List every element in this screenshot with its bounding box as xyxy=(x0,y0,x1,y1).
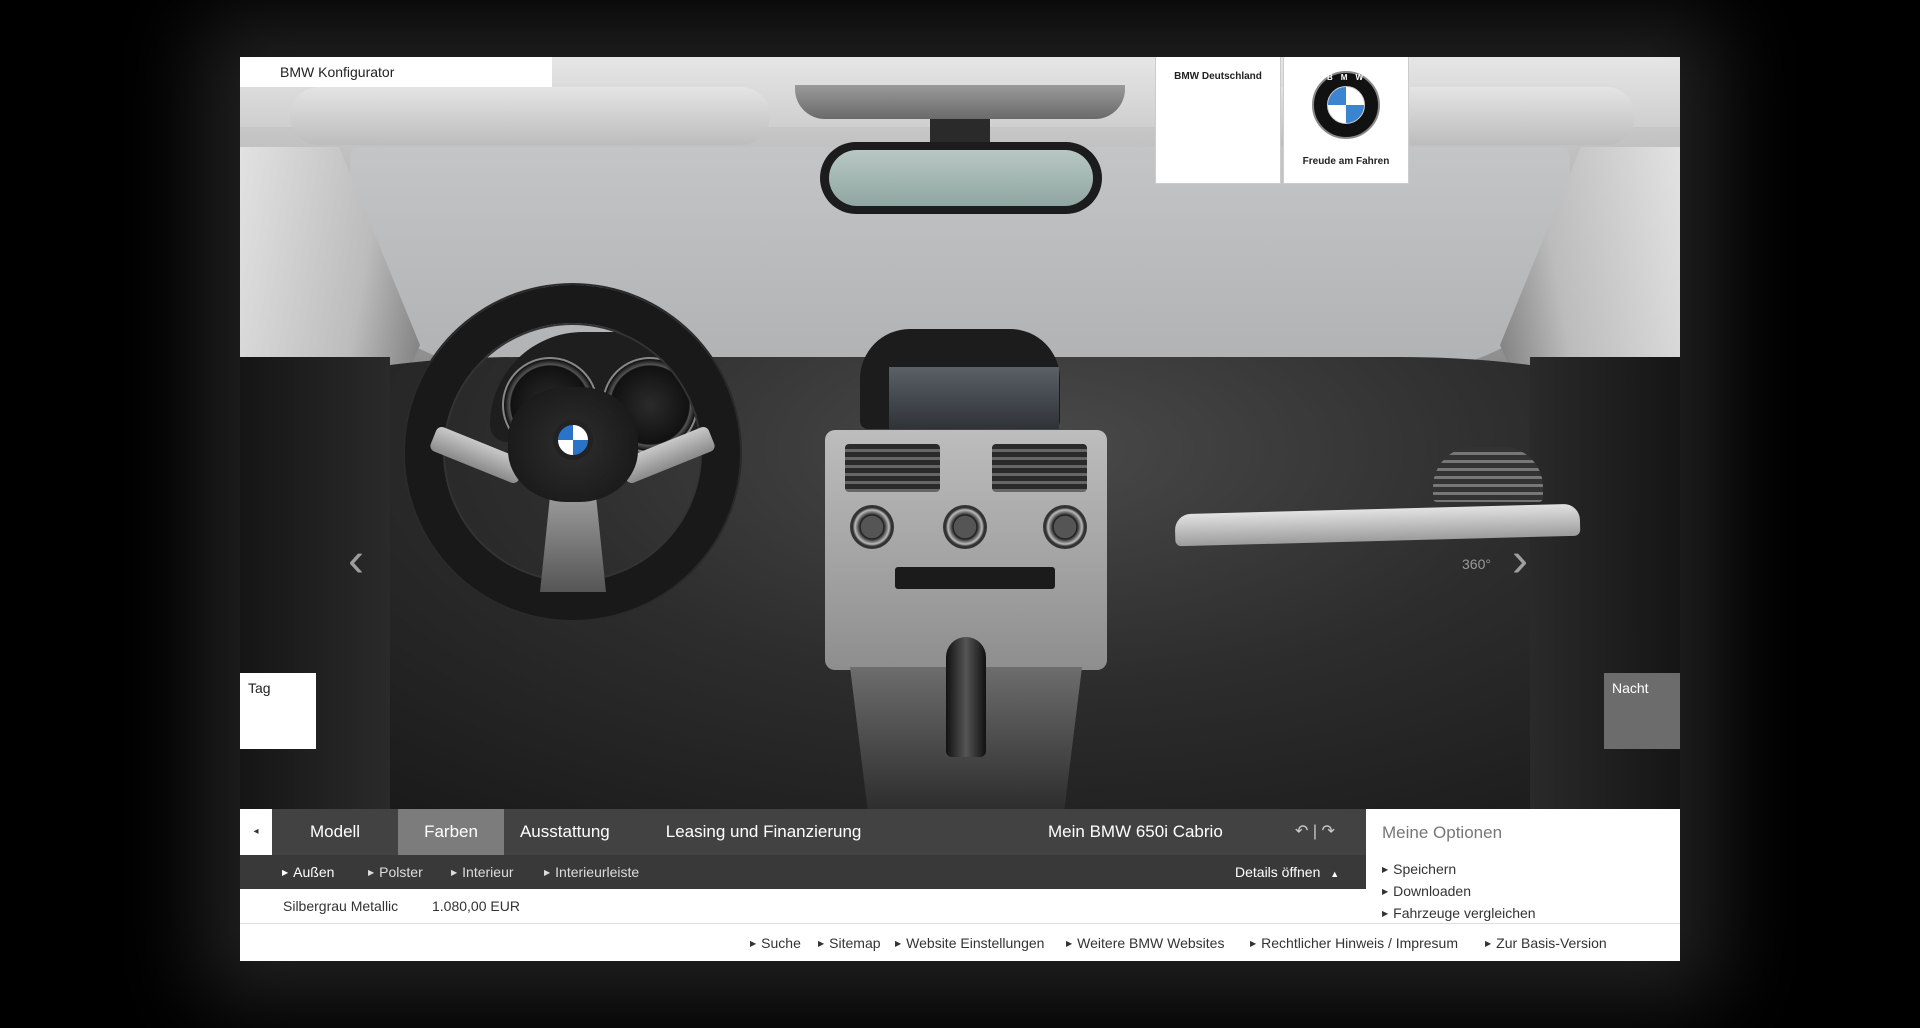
footer-link-label: Sitemap xyxy=(829,935,881,951)
passenger-vent xyxy=(1433,447,1543,502)
brand-slogan: Freude am Fahren xyxy=(1302,156,1390,167)
arrow-right-icon: ▶ xyxy=(1250,939,1257,948)
footer-link-label: Weitere BMW Websites xyxy=(1077,935,1225,951)
footer-link-legal[interactable]: ▶ Rechtlicher Hinweis / Impresum xyxy=(1250,924,1458,961)
center-vent-left xyxy=(845,444,940,492)
subnav-label: Interieur xyxy=(462,864,514,880)
tab-ausstattung[interactable]: Ausstattung xyxy=(504,809,638,855)
details-open-button[interactable]: Details öffnen ▲ xyxy=(1235,855,1339,891)
arrow-right-icon: ▶ xyxy=(1066,939,1073,948)
option-label: Downloaden xyxy=(1393,883,1471,899)
tab-farben[interactable]: Farben xyxy=(398,809,504,855)
country-label: BMW Deutschland xyxy=(1174,71,1262,82)
page-title: BMW Konfigurator xyxy=(240,57,552,87)
footer-link-label: Rechtlicher Hinweis / Impresum xyxy=(1261,935,1458,951)
color-price: 1.080,00 EUR xyxy=(432,898,520,914)
bmw-deutschland-link[interactable]: BMW Deutschland xyxy=(1156,57,1280,183)
footer-links: ▶ Suche ▶ Sitemap ▶ Website Einstellungen ▶… xyxy=(240,923,1680,961)
rotate-left-arrow-icon[interactable]: ‹ xyxy=(348,537,364,585)
navigation-display xyxy=(889,367,1059,429)
undo-redo-icon[interactable]: ↶ | ↷ xyxy=(1295,809,1335,855)
gear-shifter xyxy=(946,637,986,757)
steering-spoke-bottom xyxy=(540,497,606,592)
footer-link-sitemap[interactable]: ▶ Sitemap xyxy=(818,924,881,961)
option-save[interactable]: ▶ Speichern xyxy=(1382,861,1456,877)
subnav-label: Interieurleiste xyxy=(555,864,640,880)
roundel-icon xyxy=(1327,86,1365,124)
overhead-console xyxy=(795,85,1125,119)
day-mode-button[interactable]: Tag xyxy=(240,673,316,749)
night-mode-button[interactable]: Nacht xyxy=(1604,673,1680,749)
footer-link-basic-version[interactable]: ▶ Zur Basis-Version xyxy=(1485,924,1607,961)
my-options-panel: Meine Optionen ▶ Speichern ▶ Downloaden ▶ F… xyxy=(1366,809,1680,923)
subnav-interieur[interactable]: ▶ Interieur xyxy=(451,855,514,890)
arrow-right-icon: ▶ xyxy=(282,868,289,877)
details-label: Details öffnen xyxy=(1235,864,1321,880)
climate-knob-left xyxy=(850,505,894,549)
bmw-logo-icon: BMW xyxy=(1312,71,1380,139)
center-vent-right xyxy=(992,444,1087,492)
rearview-mirror xyxy=(820,142,1102,214)
bmw-home-link[interactable]: BMW Freude am Fahren xyxy=(1284,57,1408,183)
sub-navigation: ▶ Außen ▶ Polster ▶ Interieur ▶ Interieurlei… xyxy=(240,855,1366,889)
main-navigation: ◂ Modell Farben Ausstattung Leasing und … xyxy=(240,809,1366,855)
arrow-right-icon: ▶ xyxy=(1382,909,1389,918)
tab-modell[interactable]: Modell xyxy=(272,809,398,855)
footer-link-websites[interactable]: ▶ Weitere BMW Websites xyxy=(1066,924,1224,961)
climate-knob-right xyxy=(1043,505,1087,549)
cd-slot xyxy=(895,567,1055,589)
footer-link-label: Suche xyxy=(761,935,801,951)
volume-knob xyxy=(943,505,987,549)
car-interior-view[interactable] xyxy=(240,57,1680,809)
subnav-label: Polster xyxy=(379,864,423,880)
option-label: Speichern xyxy=(1393,861,1457,877)
rotate-360-label[interactable]: 360° xyxy=(1462,556,1491,572)
arrow-right-icon: ▶ xyxy=(750,939,757,948)
footer-link-label: Zur Basis-Version xyxy=(1496,935,1607,951)
my-bmw-link[interactable]: Mein BMW 650i Cabrio xyxy=(1048,809,1223,855)
chevron-up-icon: ▲ xyxy=(1330,869,1340,879)
rotate-right-arrow-icon[interactable]: › xyxy=(1512,537,1528,585)
configurator-stage: BMW Konfigurator BMW Deutschland BMW Fre… xyxy=(240,57,1680,961)
footer-link-suche[interactable]: ▶ Suche xyxy=(750,924,801,961)
tab-leasing[interactable]: Leasing und Finanzierung xyxy=(638,809,880,855)
subnav-label: Außen xyxy=(293,864,335,880)
selected-color-row: Silbergrau Metallic 1.080,00 EUR xyxy=(240,889,1366,923)
arrow-right-icon: ▶ xyxy=(451,868,458,877)
nav-back-button[interactable]: ◂ xyxy=(240,809,272,855)
sun-visor-left xyxy=(290,87,770,145)
arrow-right-icon: ▶ xyxy=(1382,865,1389,874)
footer-link-settings[interactable]: ▶ Website Einstellungen xyxy=(895,924,1044,961)
subnav-interieurleiste[interactable]: ▶ Interieurleiste xyxy=(544,855,639,890)
arrow-right-icon: ▶ xyxy=(544,868,551,877)
steering-logo-icon xyxy=(553,420,593,460)
subnav-polster[interactable]: ▶ Polster xyxy=(368,855,423,890)
subnav-aussen[interactable]: ▶ Außen xyxy=(282,855,334,890)
arrow-right-icon: ▶ xyxy=(818,939,825,948)
arrow-right-icon: ▶ xyxy=(1382,887,1389,896)
arrow-right-icon: ▶ xyxy=(1485,939,1492,948)
option-compare[interactable]: ▶ Fahrzeuge vergleichen xyxy=(1382,905,1536,921)
arrow-right-icon: ▶ xyxy=(895,939,902,948)
logo-letters: BMW xyxy=(1327,73,1371,82)
footer-link-label: Website Einstellungen xyxy=(906,935,1045,951)
option-download[interactable]: ▶ Downloaden xyxy=(1382,883,1471,899)
options-title: Meine Optionen xyxy=(1382,823,1503,842)
option-label: Fahrzeuge vergleichen xyxy=(1393,905,1536,921)
color-name: Silbergrau Metallic xyxy=(283,898,399,914)
arrow-right-icon: ▶ xyxy=(368,868,375,877)
